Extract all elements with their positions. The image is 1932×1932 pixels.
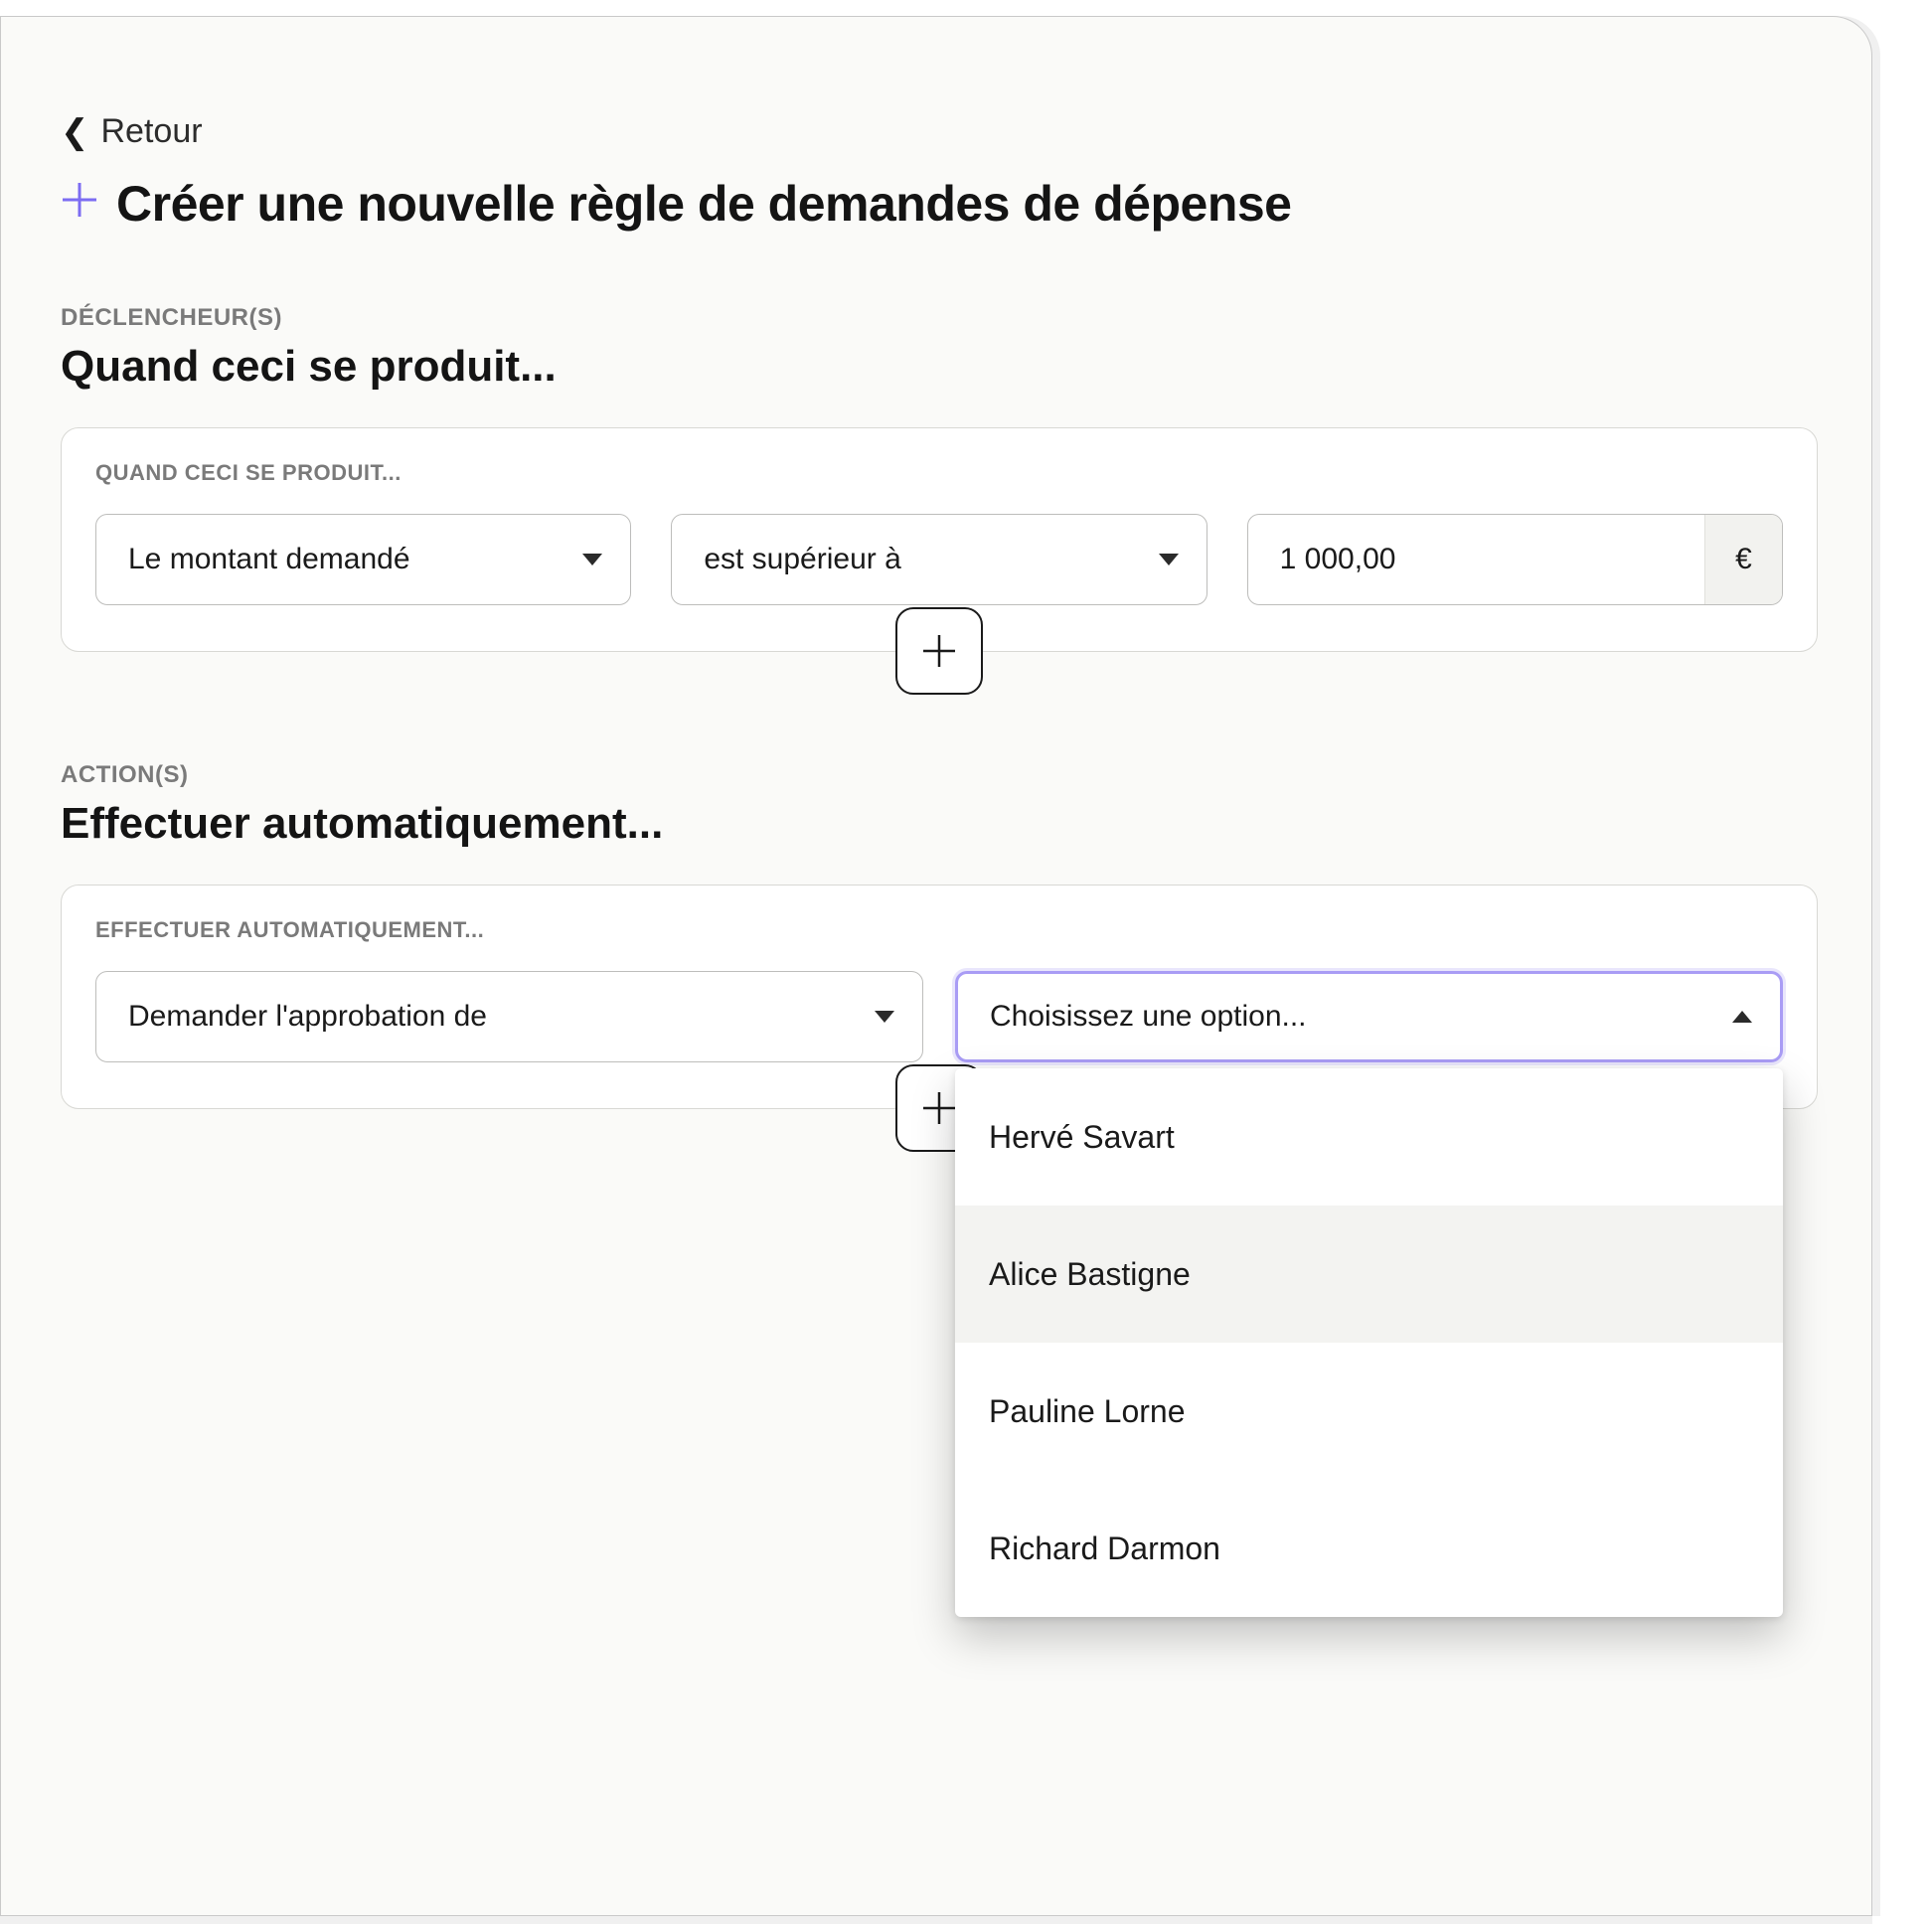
action-card: EFFECTUER AUTOMATIQUEMENT... Demander l'… — [61, 885, 1818, 1109]
caret-down-icon — [1159, 554, 1179, 565]
plus-icon — [919, 1088, 959, 1128]
action-card-eyebrow: EFFECTUER AUTOMATIQUEMENT... — [95, 917, 1783, 943]
trigger-field-value: Le montant demandé — [128, 543, 410, 576]
action-heading: Effectuer automatiquement... — [61, 799, 1818, 849]
trigger-card: QUAND CECI SE PRODUIT... Le montant dema… — [61, 427, 1818, 652]
dropdown-option[interactable]: Alice Bastigne — [955, 1206, 1783, 1343]
trigger-field-select[interactable]: Le montant demandé — [95, 514, 631, 605]
trigger-eyebrow: DÉCLENCHEUR(S) — [61, 304, 1818, 332]
back-link[interactable]: ❮ Retour — [61, 112, 1818, 151]
action-type-value: Demander l'approbation de — [128, 1000, 487, 1034]
dropdown-option[interactable]: Richard Darmon — [955, 1480, 1783, 1617]
trigger-amount-input[interactable]: 1 000,00 € — [1247, 514, 1783, 605]
trigger-card-eyebrow: QUAND CECI SE PRODUIT... — [95, 460, 1783, 486]
action-option-placeholder: Choisissez une option... — [990, 1000, 1307, 1034]
action-section: ACTION(S) Effectuer automatiquement... E… — [61, 761, 1818, 1109]
page-title-row: Créer une nouvelle règle de demandes de … — [61, 175, 1818, 233]
action-type-select[interactable]: Demander l'approbation de — [95, 971, 923, 1062]
action-eyebrow: ACTION(S) — [61, 761, 1818, 789]
page-container: ❮ Retour Créer une nouvelle règle de dem… — [0, 16, 1872, 1916]
trigger-operator-select[interactable]: est supérieur à — [671, 514, 1207, 605]
caret-up-icon — [1732, 1011, 1752, 1023]
action-option-dropdown: Hervé Savart Alice Bastigne Pauline Lorn… — [955, 1068, 1783, 1617]
caret-down-icon — [582, 554, 602, 565]
chevron-left-icon: ❮ — [61, 115, 89, 149]
currency-label: € — [1704, 515, 1782, 604]
back-label: Retour — [101, 112, 203, 151]
trigger-section: DÉCLENCHEUR(S) Quand ceci se produit... … — [61, 304, 1818, 652]
add-trigger-button[interactable] — [895, 607, 983, 695]
trigger-amount-value: 1 000,00 — [1248, 515, 1704, 604]
caret-down-icon — [875, 1011, 894, 1023]
page-title: Créer une nouvelle règle de demandes de … — [116, 175, 1291, 233]
plus-icon — [919, 631, 959, 671]
action-option-select[interactable]: Choisissez une option... — [955, 971, 1783, 1062]
trigger-operator-value: est supérieur à — [704, 543, 900, 576]
plus-icon — [61, 181, 98, 227]
dropdown-option[interactable]: Hervé Savart — [955, 1068, 1783, 1206]
trigger-heading: Quand ceci se produit... — [61, 342, 1818, 392]
dropdown-option[interactable]: Pauline Lorne — [955, 1343, 1783, 1480]
